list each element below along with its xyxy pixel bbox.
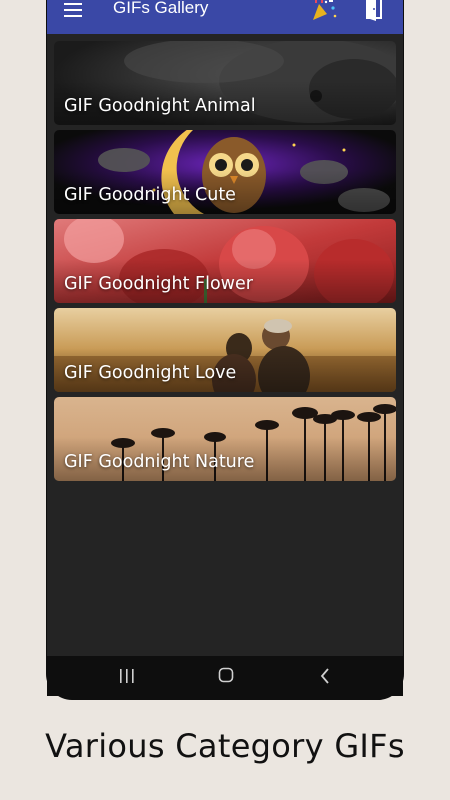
category-list: GIF Goodnight Animal GIF Goodnight Cute … xyxy=(54,41,396,486)
category-label: GIF Goodnight Love xyxy=(64,363,237,383)
home-icon[interactable] xyxy=(218,667,234,683)
party-popper-icon[interactable] xyxy=(309,0,339,22)
category-card-animal[interactable]: GIF Goodnight Animal xyxy=(54,41,396,125)
back-chevron-icon[interactable] xyxy=(319,668,331,684)
category-card-love[interactable]: GIF Goodnight Love xyxy=(54,308,396,392)
category-card-nature[interactable]: GIF Goodnight Nature xyxy=(54,397,396,481)
menu-icon[interactable] xyxy=(64,3,82,17)
category-label: GIF Goodnight Nature xyxy=(64,452,255,472)
recent-apps-icon[interactable] xyxy=(119,669,135,683)
category-card-flower[interactable]: GIF Goodnight Flower xyxy=(54,219,396,303)
category-label: GIF Goodnight Flower xyxy=(64,274,253,294)
promo-caption: Various Category GIFs xyxy=(45,727,405,765)
app-title: GIFs Gallery xyxy=(113,0,209,17)
category-card-cute[interactable]: GIF Goodnight Cute xyxy=(54,130,396,214)
exit-door-icon[interactable] xyxy=(363,0,387,22)
category-label: GIF Goodnight Animal xyxy=(64,96,256,116)
app-bar: GIFs Gallery xyxy=(47,0,403,34)
system-nav-bar xyxy=(47,656,403,696)
app-screen: GIFs Gallery GIF Goodnight Animal GIF Go… xyxy=(47,0,403,656)
category-label: GIF Goodnight Cute xyxy=(64,185,236,205)
